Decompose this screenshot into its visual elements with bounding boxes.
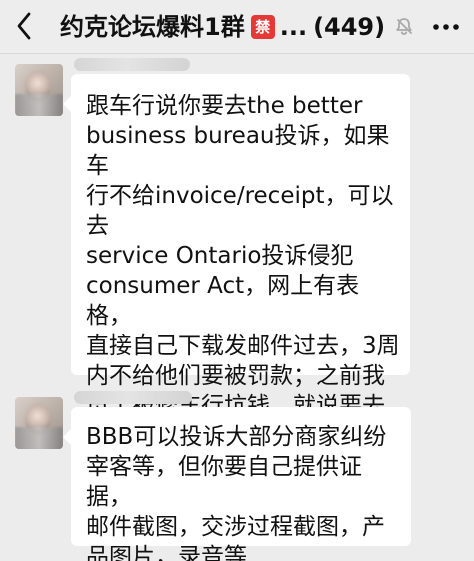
ban-badge: 禁 <box>250 15 275 39</box>
chat-message-row: 跟车行说你要去the better business bureau投诉，如果车 … <box>0 58 474 479</box>
chat-message-row: BBB可以投诉大部分商家纠纷 宰客等，但你要自己提供证据， 邮件截图，交涉过程截… <box>0 391 474 561</box>
title-ellipsis: ... <box>279 13 308 41</box>
sender-name <box>74 391 192 404</box>
group-name: 约克论坛爆料1群 <box>60 13 245 41</box>
top-nav-bar: 约克论坛爆料1群 禁 ... (449) <box>0 0 474 54</box>
back-button[interactable] <box>6 6 42 46</box>
chat-screen: 约克论坛爆料1群 禁 ... (449) 跟车行说你要去the better b… <box>0 0 474 561</box>
member-count: (449) <box>313 13 386 41</box>
more-button[interactable] <box>426 8 466 46</box>
message-bubble[interactable]: BBB可以投诉大部分商家纠纷 宰客等，但你要自己提供证据， 邮件截图，交涉过程截… <box>63 407 411 561</box>
chat-title: 约克论坛爆料1群 禁 ... (449) <box>60 10 415 44</box>
message-bubble[interactable]: 跟车行说你要去the better business bureau投诉，如果车 … <box>63 74 410 479</box>
sender-avatar[interactable] <box>15 397 63 449</box>
more-icon[interactable] <box>432 23 460 31</box>
sender-name <box>74 58 190 71</box>
mute-bell-icon <box>393 16 415 38</box>
back-arrow-icon[interactable] <box>15 11 33 41</box>
sender-avatar[interactable] <box>15 64 63 116</box>
